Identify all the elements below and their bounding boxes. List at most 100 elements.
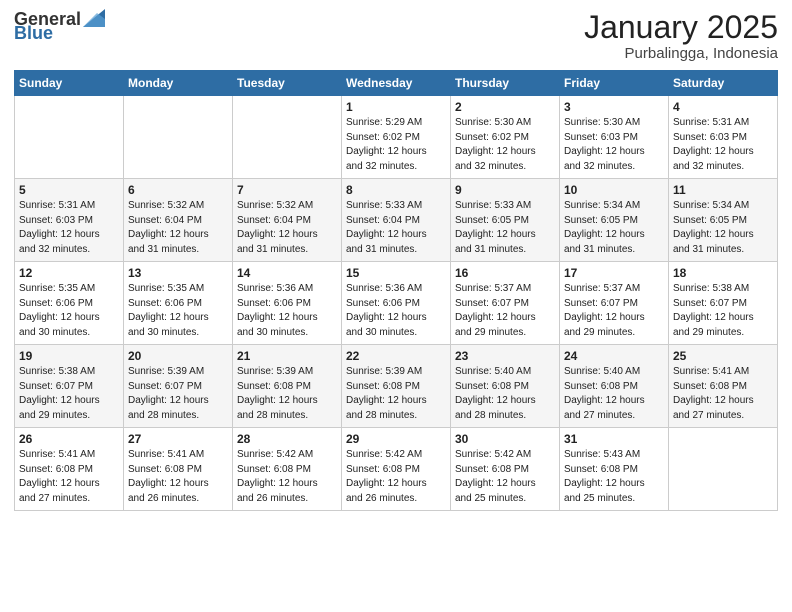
table-row: 12 Sunrise: 5:35 AM Sunset: 6:06 PM Dayli… <box>15 262 124 345</box>
day-number: 4 <box>673 100 773 114</box>
table-row: 10 Sunrise: 5:34 AM Sunset: 6:05 PM Dayli… <box>560 179 669 262</box>
day-info: Sunrise: 5:40 AM Sunset: 6:08 PM Dayligh… <box>564 365 664 423</box>
table-row: 31Sunrise: 5:43 AM Sunset: 6:08 PM Dayli… <box>560 428 669 511</box>
day-number: 25 <box>673 349 773 363</box>
table-row: 9 Sunrise: 5:33 AM Sunset: 6:05 PM Daylig… <box>451 179 560 262</box>
table-row: 5Sunrise: 5:31 AM Sunset: 6:03 PM Daylig… <box>15 179 124 262</box>
table-row: 13 Sunrise: 5:35 AM Sunset: 6:06 PM Dayli… <box>124 262 233 345</box>
header-saturday: Saturday <box>669 71 778 96</box>
table-row: 24 Sunrise: 5:40 AM Sunset: 6:08 PM Dayli… <box>560 345 669 428</box>
table-row: 23Sunrise: 5:40 AM Sunset: 6:08 PM Dayli… <box>451 345 560 428</box>
header-thursday: Thursday <box>451 71 560 96</box>
day-info: Sunrise: 5:33 AM Sunset: 6:04 PM Dayligh… <box>346 199 446 257</box>
day-info: Sunrise: 5:33 AM Sunset: 6:05 PM Dayligh… <box>455 199 555 257</box>
day-info: Sunrise: 5:32 AM Sunset: 6:04 PM Dayligh… <box>128 199 228 257</box>
day-info: Sunrise: 5:39 AM Sunset: 6:07 PM Dayligh… <box>128 365 228 423</box>
day-number: 8 <box>346 183 446 197</box>
day-number: 15 <box>346 266 446 280</box>
day-number: 24 <box>564 349 664 363</box>
day-number: 27 <box>128 432 228 446</box>
calendar-week-row: 12 Sunrise: 5:35 AM Sunset: 6:06 PM Dayli… <box>15 262 778 345</box>
header-sunday: Sunday <box>15 71 124 96</box>
logo-icon <box>83 9 105 27</box>
table-row: 3Sunrise: 5:30 AM Sunset: 6:03 PM Daylig… <box>560 96 669 179</box>
table-row: 11Sunrise: 5:34 AM Sunset: 6:05 PM Dayli… <box>669 179 778 262</box>
day-info: Sunrise: 5:37 AM Sunset: 6:07 PM Dayligh… <box>564 282 664 340</box>
day-info: Sunrise: 5:41 AM Sunset: 6:08 PM Dayligh… <box>19 448 119 506</box>
calendar-week-row: 5Sunrise: 5:31 AM Sunset: 6:03 PM Daylig… <box>15 179 778 262</box>
day-number: 5 <box>19 183 119 197</box>
day-number: 1 <box>346 100 446 114</box>
table-row: 16 Sunrise: 5:37 AM Sunset: 6:07 PM Dayli… <box>451 262 560 345</box>
table-row: 29 Sunrise: 5:42 AM Sunset: 6:08 PM Dayli… <box>342 428 451 511</box>
header-monday: Monday <box>124 71 233 96</box>
calendar-week-row: 1 Sunrise: 5:29 AM Sunset: 6:02 PM Daylig… <box>15 96 778 179</box>
table-row: 26 Sunrise: 5:41 AM Sunset: 6:08 PM Dayli… <box>15 428 124 511</box>
calendar-week-row: 19Sunrise: 5:38 AM Sunset: 6:07 PM Dayli… <box>15 345 778 428</box>
day-number: 29 <box>346 432 446 446</box>
location-title: Purbalingga, Indonesia <box>584 45 778 62</box>
table-row: 21Sunrise: 5:39 AM Sunset: 6:08 PM Dayli… <box>233 345 342 428</box>
day-number: 22 <box>346 349 446 363</box>
table-row: 19Sunrise: 5:38 AM Sunset: 6:07 PM Dayli… <box>15 345 124 428</box>
table-row: 22 Sunrise: 5:39 AM Sunset: 6:08 PM Dayli… <box>342 345 451 428</box>
table-row: 20 Sunrise: 5:39 AM Sunset: 6:07 PM Dayli… <box>124 345 233 428</box>
day-number: 11 <box>673 183 773 197</box>
day-number: 14 <box>237 266 337 280</box>
table-row <box>15 96 124 179</box>
day-number: 6 <box>128 183 228 197</box>
day-info: Sunrise: 5:36 AM Sunset: 6:06 PM Dayligh… <box>237 282 337 340</box>
day-number: 23 <box>455 349 555 363</box>
day-info: Sunrise: 5:37 AM Sunset: 6:07 PM Dayligh… <box>455 282 555 340</box>
day-info: Sunrise: 5:36 AM Sunset: 6:06 PM Dayligh… <box>346 282 446 340</box>
calendar-week-row: 26 Sunrise: 5:41 AM Sunset: 6:08 PM Dayli… <box>15 428 778 511</box>
header-tuesday: Tuesday <box>233 71 342 96</box>
weekday-header-row: Sunday Monday Tuesday Wednesday Thursday… <box>15 71 778 96</box>
table-row: 4Sunrise: 5:31 AM Sunset: 6:03 PM Daylig… <box>669 96 778 179</box>
logo: General Blue <box>14 10 105 42</box>
day-info: Sunrise: 5:30 AM Sunset: 6:02 PM Dayligh… <box>455 116 555 174</box>
header: General Blue January 2025 Purbalingga, I… <box>14 10 778 62</box>
day-info: Sunrise: 5:39 AM Sunset: 6:08 PM Dayligh… <box>346 365 446 423</box>
day-info: Sunrise: 5:41 AM Sunset: 6:08 PM Dayligh… <box>673 365 773 423</box>
logo-text-blue: Blue <box>14 24 53 42</box>
table-row: 1 Sunrise: 5:29 AM Sunset: 6:02 PM Daylig… <box>342 96 451 179</box>
table-row: 2Sunrise: 5:30 AM Sunset: 6:02 PM Daylig… <box>451 96 560 179</box>
day-number: 13 <box>128 266 228 280</box>
day-info: Sunrise: 5:34 AM Sunset: 6:05 PM Dayligh… <box>564 199 664 257</box>
table-row: 8 Sunrise: 5:33 AM Sunset: 6:04 PM Daylig… <box>342 179 451 262</box>
header-wednesday: Wednesday <box>342 71 451 96</box>
table-row: 15 Sunrise: 5:36 AM Sunset: 6:06 PM Dayli… <box>342 262 451 345</box>
day-number: 20 <box>128 349 228 363</box>
day-number: 26 <box>19 432 119 446</box>
month-title: January 2025 <box>584 10 778 45</box>
day-info: Sunrise: 5:39 AM Sunset: 6:08 PM Dayligh… <box>237 365 337 423</box>
day-info: Sunrise: 5:35 AM Sunset: 6:06 PM Dayligh… <box>19 282 119 340</box>
calendar-table: Sunday Monday Tuesday Wednesday Thursday… <box>14 70 778 511</box>
table-row: 27Sunrise: 5:41 AM Sunset: 6:08 PM Dayli… <box>124 428 233 511</box>
day-info: Sunrise: 5:35 AM Sunset: 6:06 PM Dayligh… <box>128 282 228 340</box>
day-number: 7 <box>237 183 337 197</box>
day-number: 16 <box>455 266 555 280</box>
table-row: 25 Sunrise: 5:41 AM Sunset: 6:08 PM Dayli… <box>669 345 778 428</box>
day-info: Sunrise: 5:38 AM Sunset: 6:07 PM Dayligh… <box>673 282 773 340</box>
day-info: Sunrise: 5:42 AM Sunset: 6:08 PM Dayligh… <box>346 448 446 506</box>
day-info: Sunrise: 5:32 AM Sunset: 6:04 PM Dayligh… <box>237 199 337 257</box>
table-row: 18Sunrise: 5:38 AM Sunset: 6:07 PM Dayli… <box>669 262 778 345</box>
table-row <box>669 428 778 511</box>
day-number: 17 <box>564 266 664 280</box>
table-row <box>233 96 342 179</box>
day-info: Sunrise: 5:42 AM Sunset: 6:08 PM Dayligh… <box>237 448 337 506</box>
header-friday: Friday <box>560 71 669 96</box>
day-number: 10 <box>564 183 664 197</box>
day-info: Sunrise: 5:42 AM Sunset: 6:08 PM Dayligh… <box>455 448 555 506</box>
day-number: 19 <box>19 349 119 363</box>
table-row: 30 Sunrise: 5:42 AM Sunset: 6:08 PM Dayli… <box>451 428 560 511</box>
day-number: 12 <box>19 266 119 280</box>
day-number: 31 <box>564 432 664 446</box>
day-number: 9 <box>455 183 555 197</box>
day-info: Sunrise: 5:29 AM Sunset: 6:02 PM Dayligh… <box>346 116 446 174</box>
day-number: 3 <box>564 100 664 114</box>
day-number: 30 <box>455 432 555 446</box>
table-row: 28Sunrise: 5:42 AM Sunset: 6:08 PM Dayli… <box>233 428 342 511</box>
